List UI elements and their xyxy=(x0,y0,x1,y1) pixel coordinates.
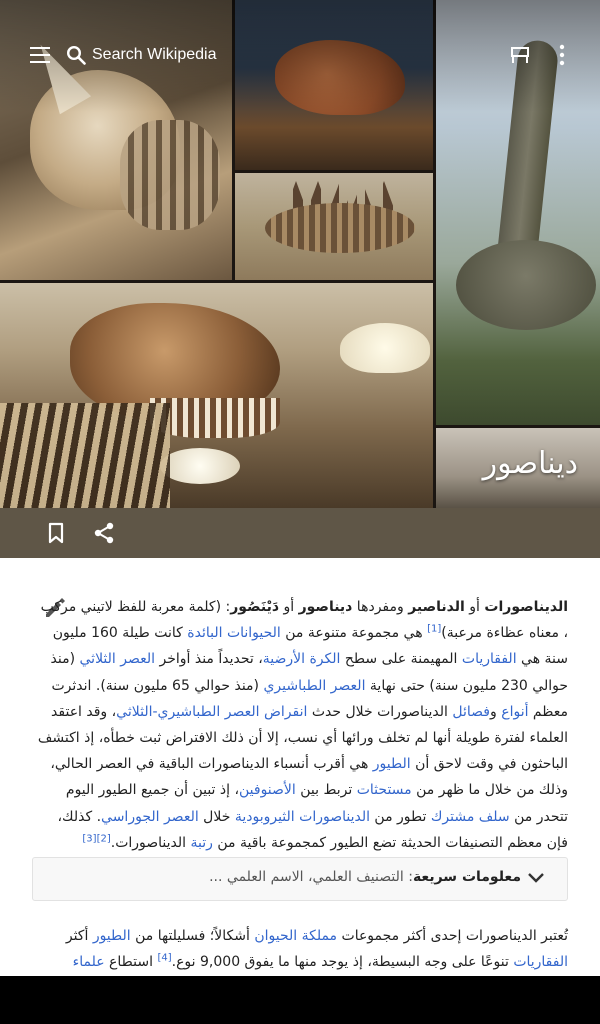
text-run: أو xyxy=(464,599,485,615)
article-link[interactable]: الفقاريات xyxy=(462,651,517,667)
article-link[interactable]: الفقاريات xyxy=(513,954,568,970)
article-content: الديناصورات أو الدناصير ومفردها ديناصور … xyxy=(0,558,600,976)
text-run: أو xyxy=(279,599,299,615)
text-run: ومفردها xyxy=(352,599,409,615)
reference-link[interactable]: [2] xyxy=(97,833,111,844)
text-run: الديناصورات خلال حدث xyxy=(307,703,453,720)
article-action-bar xyxy=(0,508,600,558)
article-link[interactable]: مملكة الحيوان xyxy=(254,928,337,944)
bold-term: ديناصور xyxy=(298,599,353,615)
reading-list-icon[interactable] xyxy=(510,46,530,64)
bold-term: الديناصورات xyxy=(484,599,568,615)
text-run: تربط بين xyxy=(295,782,357,799)
search-icon[interactable] xyxy=(66,45,86,65)
reference-link[interactable]: [3] xyxy=(82,833,96,844)
quick-facts-title: معلومات سريعة xyxy=(412,869,521,885)
text-run: تنوعًا على وجه البسيطة، إذ يوجد منها ما … xyxy=(171,954,514,971)
article-link[interactable]: الكرة الأرضية xyxy=(263,651,341,667)
article-link[interactable]: الطيور xyxy=(93,928,131,944)
article-link[interactable]: انقراض العصر الطباشيري-الثلاثي xyxy=(116,704,307,720)
article-link[interactable]: الحيوانات البائدة xyxy=(187,625,281,641)
text-run: أكثر xyxy=(65,928,93,944)
bookmark-icon[interactable] xyxy=(46,522,66,544)
second-paragraph: تُعتبر الديناصورات إحدى أكثر مجموعات ممل… xyxy=(34,923,568,976)
article-link[interactable]: سلف مشترك xyxy=(431,809,510,825)
quick-facts-box[interactable]: معلومات سريعة: التصنيف العلمي، الاسم الع… xyxy=(32,857,568,901)
quick-facts-summary: : التصنيف العلمي، الاسم العلمي ... xyxy=(209,869,413,885)
system-navigation-bar xyxy=(0,976,600,1024)
museum-lamp xyxy=(160,448,240,484)
sauropod-body xyxy=(456,240,596,330)
text-run: تُعتبر الديناصورات إحدى أكثر مجموعات xyxy=(337,928,569,944)
museum-lamp xyxy=(340,323,430,373)
text-run: استطاع xyxy=(104,954,158,971)
text-run: و xyxy=(490,703,502,720)
article-link[interactable]: العصر الجوراسي xyxy=(101,809,199,825)
text-run: المهيمنة على سطح xyxy=(340,651,462,668)
bold-term: دَيْنَصُور xyxy=(230,599,280,615)
article-link[interactable]: رتبة xyxy=(191,835,213,851)
article-link[interactable]: الطيور xyxy=(373,756,411,772)
article-link[interactable]: العصر الثلاثي xyxy=(80,651,156,667)
article-link[interactable]: الأصنوفين xyxy=(239,782,296,798)
search-input[interactable]: Search Wikipedia xyxy=(92,46,217,64)
text-run: هي مجموعة متنوعة من xyxy=(280,625,428,642)
text-run: خلال xyxy=(198,808,235,825)
triceratops-ribs xyxy=(120,120,220,230)
text-run: تطور من xyxy=(369,808,431,825)
quick-facts-label: معلومات سريعة: التصنيف العلمي، الاسم الع… xyxy=(209,869,521,885)
stegosaurus-skeleton xyxy=(265,203,415,253)
article-link[interactable]: مستحثات xyxy=(357,782,412,798)
screen: ديناصور Search Wikipedia الديناصورات أو … xyxy=(0,0,600,976)
text-run: ، تحديداً منذ أواخر xyxy=(155,651,263,668)
article-link[interactable]: الديناصورات الثيروبودية xyxy=(235,809,370,825)
lead-paragraph: الديناصورات أو الدناصير ومفردها ديناصور … xyxy=(34,594,568,856)
chevron-down-icon xyxy=(528,873,544,883)
article-link[interactable]: أنواع xyxy=(501,704,528,720)
article-link[interactable]: فصائل xyxy=(452,704,490,720)
article-title: ديناصور xyxy=(482,446,578,481)
article-link[interactable]: العصر الطباشيري xyxy=(263,678,365,694)
text-run: الديناصورات. xyxy=(110,834,191,851)
reference-link[interactable]: [4] xyxy=(157,953,171,964)
more-options-icon[interactable] xyxy=(552,44,572,66)
trex-image xyxy=(0,283,433,508)
toolbar: Search Wikipedia xyxy=(0,0,600,112)
menu-icon[interactable] xyxy=(30,47,50,63)
reference-link[interactable]: [1] xyxy=(427,624,441,635)
text-run: أشكالاً؛ فسليلتها من xyxy=(130,928,255,944)
share-icon[interactable] xyxy=(92,521,116,545)
trex-ribs xyxy=(0,403,170,508)
bold-term: الدناصير xyxy=(408,599,465,615)
stegosaurus-image xyxy=(235,173,433,280)
